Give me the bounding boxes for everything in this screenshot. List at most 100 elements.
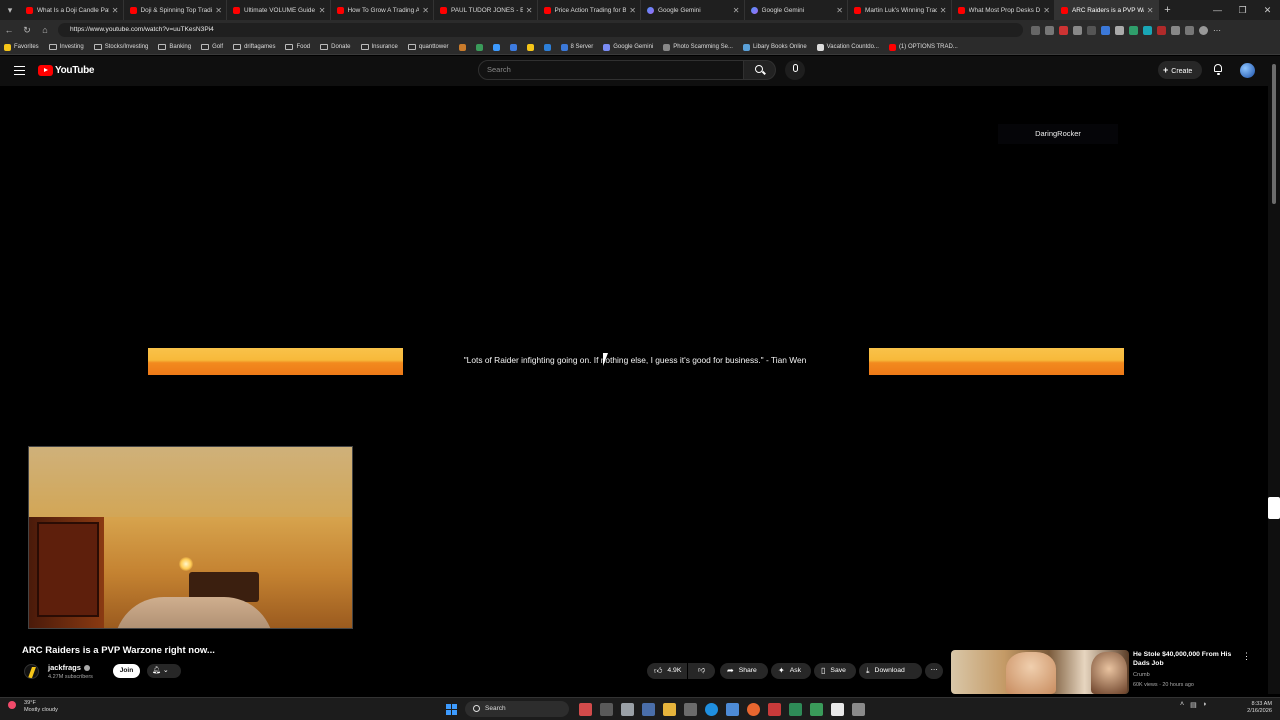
extension-icon[interactable] bbox=[1157, 25, 1166, 35]
extension-icon[interactable] bbox=[1185, 25, 1194, 35]
youtube-logo[interactable]: YouTube bbox=[38, 65, 95, 76]
video-player[interactable]: DaringRocker "Lots of Raider infighting … bbox=[0, 86, 1268, 629]
back-icon[interactable]: ← bbox=[0, 25, 18, 35]
extension-icon[interactable] bbox=[1171, 25, 1180, 35]
app-icon[interactable] bbox=[810, 702, 823, 716]
create-button[interactable]: + Create bbox=[1158, 61, 1202, 79]
network-icon[interactable]: ▤ bbox=[1190, 701, 1197, 709]
bookmark-favicon-icon[interactable] bbox=[509, 43, 517, 51]
file-explorer-icon[interactable] bbox=[663, 702, 676, 716]
bookmark-item[interactable]: 8 Server bbox=[560, 43, 593, 51]
browser-tab[interactable]: What Is a Doji Candle Patte ✕ bbox=[20, 0, 124, 20]
bookmark-item[interactable]: Food bbox=[285, 44, 310, 50]
browser-tab[interactable]: What Most Prop Desks Don ✕ bbox=[952, 0, 1055, 20]
channel-name[interactable]: jackfrags bbox=[48, 663, 81, 672]
scrollbar-thumb[interactable] bbox=[1272, 64, 1276, 204]
bookmark-item[interactable]: Libary Books Online bbox=[742, 43, 807, 51]
close-tab-icon[interactable]: ✕ bbox=[733, 6, 740, 15]
bookmark-item[interactable]: Vacation Countdo... bbox=[816, 43, 879, 51]
new-tab-button[interactable]: + bbox=[1159, 4, 1177, 16]
menu-dots-icon[interactable]: ⋯ bbox=[1213, 26, 1222, 35]
extension-icon[interactable] bbox=[1073, 25, 1082, 35]
app-icon[interactable] bbox=[642, 702, 655, 716]
bookmark-item[interactable]: (1) OPTIONS TRAD... bbox=[888, 43, 958, 51]
browser-tab[interactable]: Price Action Trading for Beg ✕ bbox=[538, 0, 641, 20]
join-button[interactable]: Join bbox=[113, 664, 140, 678]
side-panel-icon[interactable] bbox=[1268, 497, 1280, 519]
bookmark-item[interactable]: Favorites bbox=[4, 43, 39, 51]
channel-avatar[interactable] bbox=[24, 664, 39, 679]
hamburger-menu-icon[interactable] bbox=[14, 66, 25, 75]
bookmark-item[interactable]: Golf bbox=[201, 44, 223, 50]
edge-browser-icon[interactable] bbox=[705, 702, 718, 716]
extension-icon[interactable] bbox=[1143, 25, 1152, 35]
dislike-button[interactable]: 👎︎ bbox=[688, 663, 715, 679]
save-button[interactable]: ▯ Save bbox=[814, 663, 856, 679]
bookmark-item[interactable]: Photo Scamming Se... bbox=[663, 43, 733, 51]
browser-tab[interactable]: PAUL TUDOR JONES - Billion✕ bbox=[434, 0, 538, 20]
extension-icon[interactable] bbox=[1115, 25, 1124, 35]
notifications-bell-icon[interactable] bbox=[1213, 64, 1223, 75]
browser-tab[interactable]: Google Gemini ✕ bbox=[641, 0, 745, 20]
bookmark-favicon-icon[interactable] bbox=[543, 43, 551, 51]
user-avatar[interactable] bbox=[1240, 63, 1255, 78]
browser-tab[interactable]: How To Grow A Trading Acco✕ bbox=[331, 0, 434, 20]
ask-button[interactable]: ✦ Ask bbox=[771, 663, 811, 679]
download-button[interactable]: ⤓ Download bbox=[859, 663, 922, 679]
extension-icon[interactable] bbox=[1031, 25, 1040, 35]
close-tab-icon[interactable]: ✕ bbox=[215, 6, 222, 15]
app-icon[interactable] bbox=[768, 702, 781, 716]
browser-tab[interactable]: Martin Luk's Winning Tradin ✕ bbox=[848, 0, 952, 20]
browser-tab[interactable]: Doji & Spinning Top Trading ✕ bbox=[124, 0, 227, 20]
firefox-icon[interactable] bbox=[747, 702, 760, 716]
close-tab-icon[interactable]: ✕ bbox=[1043, 6, 1050, 15]
chevron-up-icon[interactable]: ˄ bbox=[1180, 701, 1184, 709]
bookmark-item[interactable]: Investing bbox=[48, 44, 84, 50]
close-tab-icon[interactable]: ✕ bbox=[526, 6, 533, 15]
channel-name-row[interactable]: jackfrags bbox=[48, 663, 90, 672]
like-button[interactable]: 👍︎ 4.9K bbox=[647, 663, 687, 679]
taskbar-search[interactable]: Search bbox=[465, 701, 569, 717]
bookmark-favicon-icon[interactable] bbox=[475, 43, 483, 51]
browser-tab[interactable]: Ultimate VOLUME Guide (He✕ bbox=[227, 0, 331, 20]
search-input[interactable]: Search bbox=[478, 60, 744, 80]
page-scrollbar[interactable] bbox=[1268, 56, 1280, 694]
windows-start-icon[interactable] bbox=[446, 703, 457, 715]
home-icon[interactable]: ⌂ bbox=[36, 25, 54, 35]
bookmark-favicon-icon[interactable] bbox=[526, 43, 534, 51]
bookmark-item[interactable]: Donate bbox=[320, 44, 351, 50]
clock[interactable]: 8:33 AM 2/16/2026 bbox=[1240, 701, 1272, 715]
kebab-menu-icon[interactable]: ⋮ bbox=[1242, 651, 1251, 662]
settings-icon[interactable] bbox=[621, 702, 634, 716]
close-tab-icon[interactable]: ✕ bbox=[836, 6, 843, 15]
close-tab-icon[interactable]: ✕ bbox=[1147, 6, 1154, 15]
weather-widget[interactable]: 39°F Mostly cloudy bbox=[8, 700, 58, 714]
volume-icon[interactable]: ◗ bbox=[1203, 701, 1207, 709]
app-icon[interactable] bbox=[579, 702, 592, 716]
recommended-video-channel[interactable]: Crumb bbox=[1133, 672, 1150, 678]
bookmark-item[interactable]: Insurance bbox=[360, 44, 398, 50]
excel-icon[interactable] bbox=[789, 702, 802, 716]
app-icon[interactable] bbox=[726, 702, 739, 716]
bookmark-item[interactable]: driftagames bbox=[233, 44, 275, 50]
close-tab-icon[interactable]: ✕ bbox=[940, 6, 947, 15]
extension-icon[interactable] bbox=[1087, 25, 1096, 35]
bookmark-item[interactable]: quanttower bbox=[407, 44, 449, 50]
close-tab-icon[interactable]: ✕ bbox=[319, 6, 326, 15]
restore-icon[interactable]: ❐ bbox=[1230, 0, 1255, 20]
close-tab-icon[interactable]: ✕ bbox=[422, 6, 429, 15]
bookmark-item[interactable]: Google Gemini bbox=[603, 43, 653, 51]
bookmark-favicon-icon[interactable] bbox=[458, 43, 466, 51]
subscription-bell-button[interactable]: 🔔︎ ⌄ bbox=[147, 664, 181, 678]
favorites-star-icon[interactable] bbox=[1045, 25, 1054, 35]
app-icon[interactable] bbox=[852, 702, 865, 716]
minimize-icon[interactable]: — bbox=[1205, 0, 1230, 20]
extension-icon[interactable] bbox=[1059, 25, 1068, 35]
app-icon[interactable] bbox=[684, 702, 697, 716]
browser-tab[interactable]: Google Gemini ✕ bbox=[745, 0, 848, 20]
recommended-video-thumbnail[interactable] bbox=[951, 650, 1129, 694]
profile-icon[interactable] bbox=[1199, 25, 1208, 35]
more-actions-button[interactable]: ⋯ bbox=[925, 663, 943, 679]
microphone-icon[interactable] bbox=[785, 60, 805, 80]
refresh-icon[interactable]: ↻ bbox=[18, 25, 36, 36]
